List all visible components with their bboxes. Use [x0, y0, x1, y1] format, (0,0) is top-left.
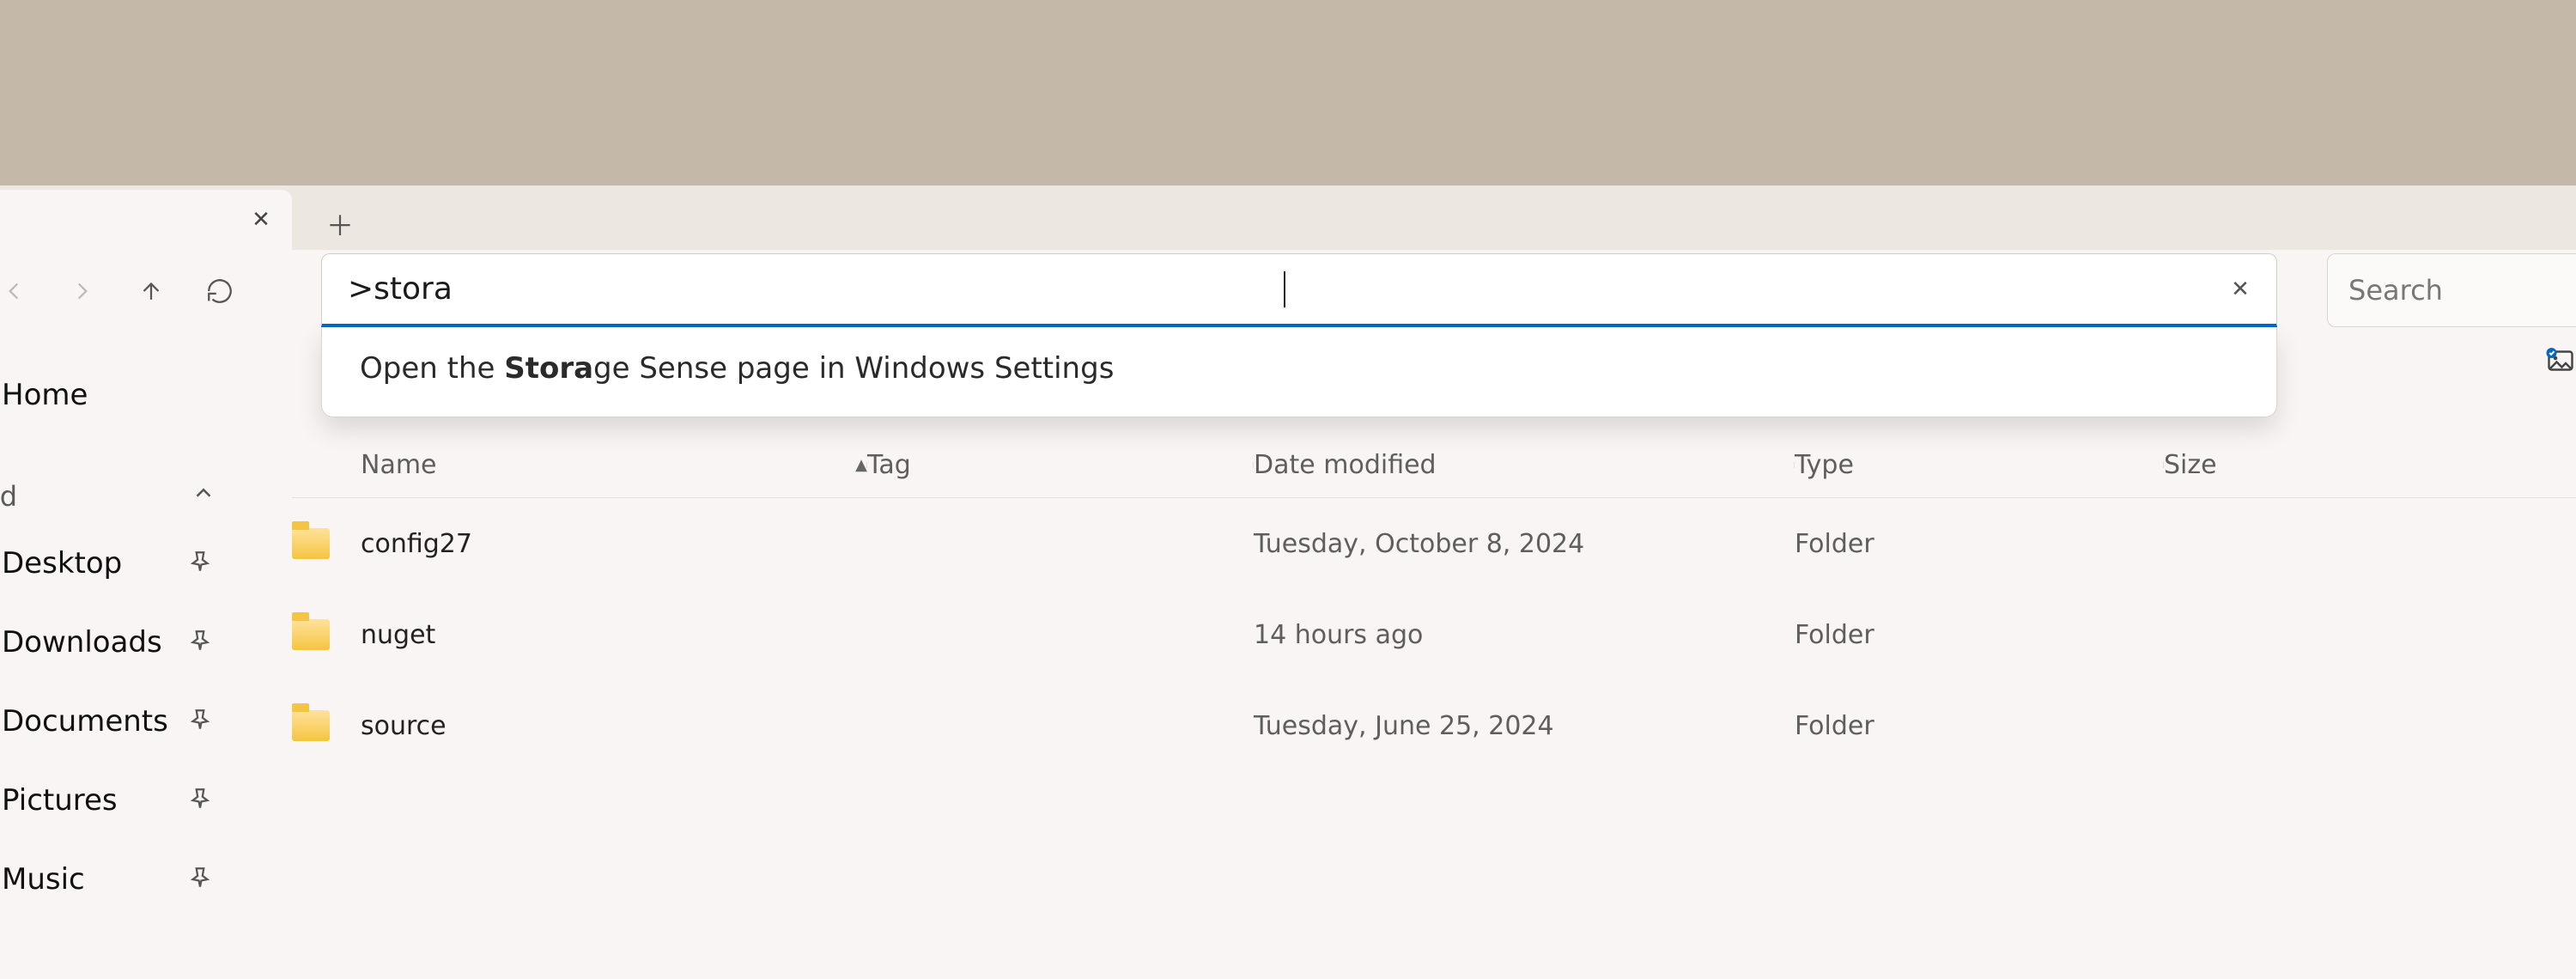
folder-icon	[292, 528, 330, 559]
forward-button[interactable]	[60, 269, 105, 313]
column-date-label: Date modified	[1254, 450, 1437, 480]
column-name-label: Name	[361, 450, 437, 480]
file-row[interactable]: config27 Tuesday, October 8, 2024 Folder	[292, 498, 2576, 589]
list-header: Name ▲ Tag Date modified Type Size	[292, 433, 2576, 498]
file-name: config27	[361, 529, 867, 559]
sidebar-item-desktop[interactable]: Desktop	[0, 524, 266, 603]
column-tag-label: Tag	[867, 450, 911, 480]
sidebar-item-label: Downloads	[2, 625, 162, 660]
tab-dev-drive[interactable]: Dev Drive (D:) ✕	[0, 190, 292, 250]
file-row[interactable]: nuget 14 hours ago Folder	[292, 589, 2576, 680]
file-date: Tuesday, October 8, 2024	[1254, 529, 1795, 559]
sidebar-home-label: Home	[2, 378, 88, 412]
column-type-label: Type	[1795, 450, 1854, 480]
column-tag[interactable]: Tag	[867, 450, 1254, 480]
text-caret	[1284, 271, 1285, 307]
file-name: source	[361, 711, 867, 741]
file-date: 14 hours ago	[1254, 620, 1795, 650]
addressbar-input[interactable]: >stora	[348, 271, 1284, 307]
new-tab-button[interactable]: ＋	[309, 198, 371, 250]
content-pane: Name ▲ Tag Date modified Type Size config…	[266, 331, 2576, 979]
sidebar-item-label: Desktop	[2, 546, 122, 581]
listview: Name ▲ Tag Date modified Type Size config…	[266, 433, 2576, 771]
file-type: Folder	[1795, 529, 2164, 559]
sidebar-item-documents[interactable]: Documents	[0, 682, 266, 761]
column-name[interactable]: Name ▲	[361, 450, 867, 480]
tab-title: Dev Drive (D:)	[0, 206, 230, 234]
suggestion-suffix: ge Sense page in Windows Settings	[593, 351, 1114, 386]
column-date[interactable]: Date modified	[1254, 450, 1795, 480]
file-row[interactable]: source Tuesday, June 25, 2024 Folder	[292, 680, 2576, 771]
close-tab-button[interactable]: ✕	[242, 201, 280, 239]
view-toolbar	[2545, 345, 2576, 380]
refresh-button[interactable]	[197, 269, 242, 313]
addressbar-container: >stora ✕ Open the Storage Sense page in …	[321, 253, 2277, 327]
column-type[interactable]: Type	[1795, 450, 2164, 480]
navbar: >stora ✕ Open the Storage Sense page in …	[0, 250, 2576, 331]
pin-icon[interactable]	[185, 628, 215, 657]
sidebar-section-label: ed	[0, 480, 17, 513]
suggestion-bold: Stora	[504, 351, 593, 386]
suggestion-item[interactable]: Open the Storage Sense page in Windows S…	[322, 339, 2276, 398]
file-type: Folder	[1795, 711, 2164, 741]
file-name: nuget	[361, 620, 867, 650]
sidebar: Home ed Desktop Downloads Documents Pict…	[0, 331, 266, 979]
addressbar[interactable]: >stora ✕	[321, 253, 2277, 327]
column-size-label: Size	[2164, 450, 2217, 480]
sidebar-item-label: Documents	[2, 704, 168, 739]
chevron-up-icon[interactable]	[191, 480, 216, 513]
up-button[interactable]	[129, 269, 173, 313]
file-date: Tuesday, June 25, 2024	[1254, 711, 1795, 741]
pin-icon[interactable]	[185, 786, 215, 815]
folder-icon	[292, 710, 330, 741]
suggestion-prefix: Open the	[360, 351, 504, 386]
suggestion-dropdown: Open the Storage Sense page in Windows S…	[321, 327, 2277, 417]
file-explorer-window: Dev Drive (D:) ✕ ＋ >stora ✕	[0, 185, 2576, 979]
sidebar-item-label: Pictures	[2, 783, 118, 818]
pin-icon[interactable]	[185, 865, 215, 894]
clear-address-button[interactable]: ✕	[2221, 271, 2259, 308]
column-size[interactable]: Size	[2164, 450, 2576, 480]
sort-asc-icon: ▲	[855, 456, 867, 474]
sidebar-home[interactable]: Home	[0, 356, 266, 435]
file-type: Folder	[1795, 620, 2164, 650]
search-input[interactable]: Search	[2327, 253, 2576, 327]
folder-icon	[292, 619, 330, 650]
back-button[interactable]	[0, 269, 36, 313]
sidebar-item-label: Music	[2, 862, 85, 897]
pin-icon[interactable]	[185, 707, 215, 736]
sidebar-item-downloads[interactable]: Downloads	[0, 603, 266, 682]
gallery-sync-icon[interactable]	[2545, 345, 2576, 380]
sidebar-item-music[interactable]: Music	[0, 840, 266, 919]
tabstrip: Dev Drive (D:) ✕ ＋	[0, 185, 2576, 250]
sidebar-section[interactable]: ed	[0, 469, 266, 524]
sidebar-item-pictures[interactable]: Pictures	[0, 761, 266, 840]
search-placeholder: Search	[2348, 274, 2443, 307]
pin-icon[interactable]	[185, 549, 215, 578]
